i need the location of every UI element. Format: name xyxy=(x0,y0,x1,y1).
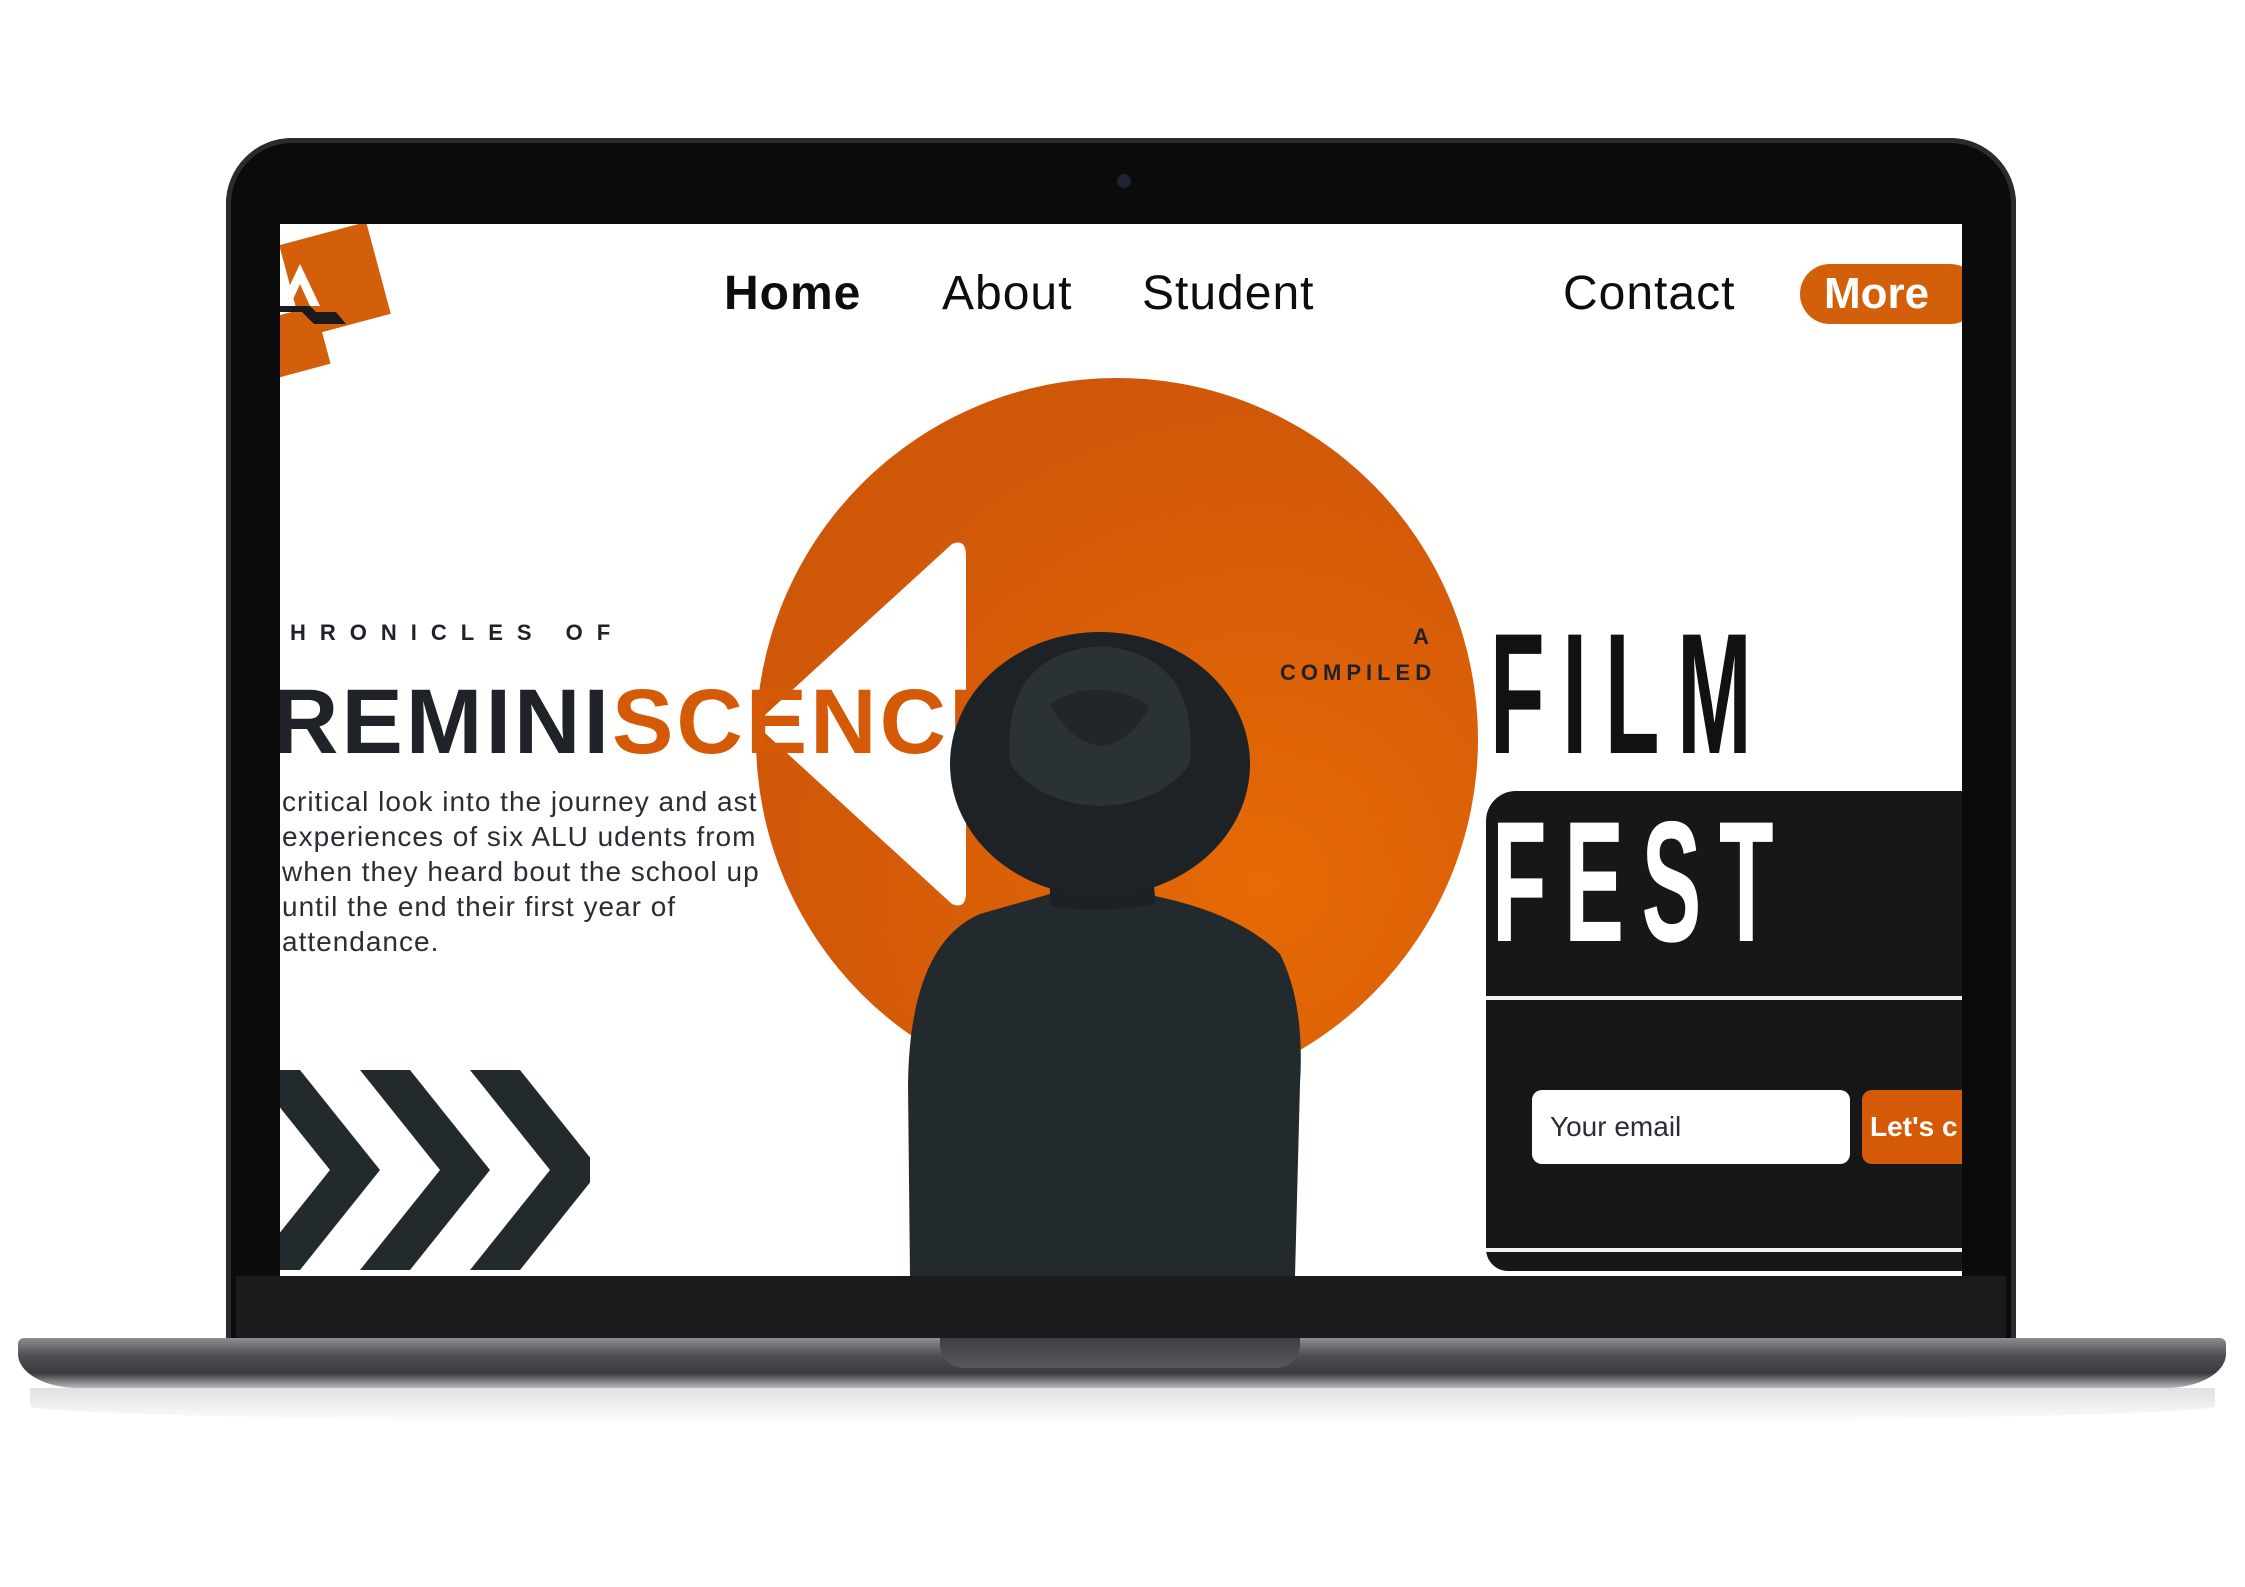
film-heading: FILM xyxy=(1490,598,1770,790)
hero-kicker: HRONICLES OF xyxy=(290,620,625,645)
webcam-dot xyxy=(1117,174,1131,188)
fest-heading: FEST xyxy=(1492,786,1792,978)
logo-mark-icon[interactable] xyxy=(280,254,352,324)
fest-divider xyxy=(1486,996,1962,1000)
email-input[interactable] xyxy=(1532,1090,1850,1164)
hero-title-part1: REMINI xyxy=(280,671,612,773)
nav-about[interactable]: About xyxy=(942,266,1072,321)
nav-student[interactable]: Student xyxy=(1142,266,1314,321)
laptop-shadow xyxy=(30,1388,2215,1424)
tagline-a: A xyxy=(1413,624,1435,649)
lets-connect-button[interactable]: Let's c xyxy=(1862,1090,1962,1164)
website-screen: Home About Student Contact More HRONICLE… xyxy=(280,224,1962,1276)
more-button[interactable]: More xyxy=(1800,264,1962,324)
laptop-notch xyxy=(940,1338,1300,1368)
nav-contact[interactable]: Contact xyxy=(1563,266,1735,321)
person-with-hat-image xyxy=(908,632,1301,1276)
fest-divider-bottom xyxy=(1486,1248,1962,1252)
hero-description: critical look into the journey and ast e… xyxy=(282,786,760,957)
tagline-compiled: COMPILED xyxy=(1280,660,1437,685)
chevron-arrows-icon xyxy=(280,1070,590,1270)
laptop-chin xyxy=(236,1276,2006,1338)
nav-home[interactable]: Home xyxy=(724,266,861,321)
